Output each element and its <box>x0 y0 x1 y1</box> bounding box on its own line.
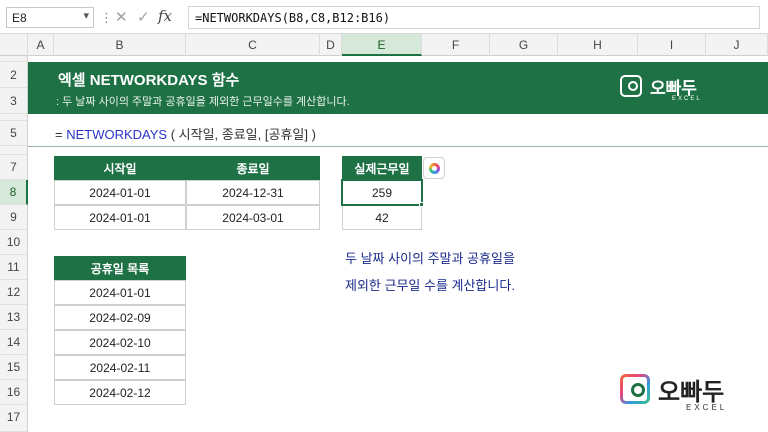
chevron-down-icon[interactable]: ▾ <box>83 9 89 22</box>
row-header-14[interactable]: 14 <box>0 330 28 355</box>
column-header-e[interactable]: E <box>342 34 422 56</box>
copilot-button[interactable] <box>423 157 445 179</box>
banner-title: 엑셀 NETWORKDAYS 함수 <box>58 72 240 89</box>
syntax-arguments: ( 시작일, 종료일, [공휴일] ) <box>167 127 316 142</box>
column-header-a[interactable]: A <box>28 34 54 56</box>
header-end-date[interactable]: 종료일 <box>186 156 320 180</box>
description-line-1: 두 날짜 사이의 주말과 공휴일을 <box>345 251 515 266</box>
select-all-corner[interactable] <box>0 34 28 56</box>
description-text: 두 날짜 사이의 주말과 공휴일을 제외한 근무일 수를 계산합니다. <box>345 245 515 299</box>
row-header-12[interactable]: 12 <box>0 280 28 305</box>
row-header-9[interactable]: 9 <box>0 205 28 230</box>
enter-icon[interactable]: ✓ <box>137 8 150 26</box>
syntax-prefix: = <box>55 127 67 142</box>
oppadu-logo-color: 오빠두 EXCEL <box>620 372 760 422</box>
name-box[interactable]: E8 ▾ <box>6 7 94 28</box>
row-header-4[interactable] <box>0 114 28 121</box>
logo-subtext: EXCEL <box>672 96 702 102</box>
formula-input[interactable]: =NETWORKDAYS(B8,C8,B12:B16) <box>188 6 760 29</box>
header-start-date[interactable]: 시작일 <box>54 156 186 180</box>
column-header-bar: A B C D E F G H I J <box>0 34 768 56</box>
row-header-16[interactable]: 16 <box>0 380 28 405</box>
column-header-c[interactable]: C <box>186 34 320 56</box>
cell-b15[interactable]: 2024-02-11 <box>54 355 186 380</box>
cell-b12[interactable]: 2024-01-01 <box>54 280 186 305</box>
banner-subtitle: : 두 날짜 사이의 주말과 공휴일을 제외한 근무일수를 계산합니다. <box>56 96 350 108</box>
row-header-2[interactable]: 2 <box>0 62 28 88</box>
column-header-d[interactable]: D <box>320 34 342 56</box>
row-header-17[interactable]: 17 <box>0 405 28 432</box>
row-header-13[interactable]: 13 <box>0 305 28 330</box>
row-header-10[interactable]: 10 <box>0 230 28 255</box>
syntax-divider <box>28 146 768 147</box>
name-box-value: E8 <box>12 11 27 25</box>
more-options-icon: ⋮ <box>100 10 113 25</box>
row-header-8[interactable]: 8 <box>0 180 28 205</box>
row-header-7[interactable]: 7 <box>0 155 28 180</box>
insert-function-icon[interactable]: fx <box>158 7 172 25</box>
copilot-icon <box>429 163 440 174</box>
cell-b13[interactable]: 2024-02-09 <box>54 305 186 330</box>
column-header-f[interactable]: F <box>422 34 490 56</box>
column-header-i[interactable]: I <box>638 34 706 56</box>
cell-b16[interactable]: 2024-02-12 <box>54 380 186 405</box>
cancel-icon[interactable]: ✕ <box>115 8 128 26</box>
cell-b14[interactable]: 2024-02-10 <box>54 330 186 355</box>
column-header-h[interactable]: H <box>558 34 638 56</box>
logo-subtext: EXCEL <box>686 403 728 412</box>
fill-handle[interactable] <box>419 202 424 207</box>
syntax-function-name: NETWORKDAYS <box>66 127 168 142</box>
cell-b9[interactable]: 2024-01-01 <box>54 205 186 230</box>
row-header-15[interactable]: 15 <box>0 355 28 380</box>
logo-text: 오빠두 <box>658 379 725 406</box>
row-header-3[interactable]: 3 <box>0 88 28 114</box>
header-holiday-list[interactable]: 공휴일 목록 <box>54 256 186 280</box>
column-header-j[interactable]: J <box>706 34 768 56</box>
oppadu-logo-icon <box>620 75 642 97</box>
row-header-11[interactable]: 11 <box>0 255 28 280</box>
function-syntax: = NETWORKDAYS ( 시작일, 종료일, [공휴일] ) <box>55 124 316 143</box>
cell-b8[interactable]: 2024-01-01 <box>54 180 186 205</box>
cell-e8[interactable]: 259 <box>341 179 423 206</box>
formula-bar: E8 ▾ ⋮ ✕ ✓ fx =NETWORKDAYS(B8,C8,B12:B16… <box>0 0 768 34</box>
header-actual-workdays[interactable]: 실제근무일 <box>342 156 422 180</box>
cell-c9[interactable]: 2024-03-01 <box>186 205 320 230</box>
oppadu-logo-white: 오빠두 EXCEL <box>620 74 730 104</box>
column-header-b[interactable]: B <box>54 34 186 56</box>
description-line-2: 제외한 근무일 수를 계산합니다. <box>345 278 515 293</box>
title-banner: 엑셀 NETWORKDAYS 함수 : 두 날짜 사이의 주말과 공휴일을 제외… <box>28 62 768 114</box>
oppadu-logo-icon <box>620 374 650 404</box>
row-header-6[interactable] <box>0 146 28 155</box>
row-header-5[interactable]: 5 <box>0 121 28 146</box>
cell-e9[interactable]: 42 <box>342 205 422 230</box>
column-header-g[interactable]: G <box>490 34 558 56</box>
cell-c8[interactable]: 2024-12-31 <box>186 180 320 205</box>
